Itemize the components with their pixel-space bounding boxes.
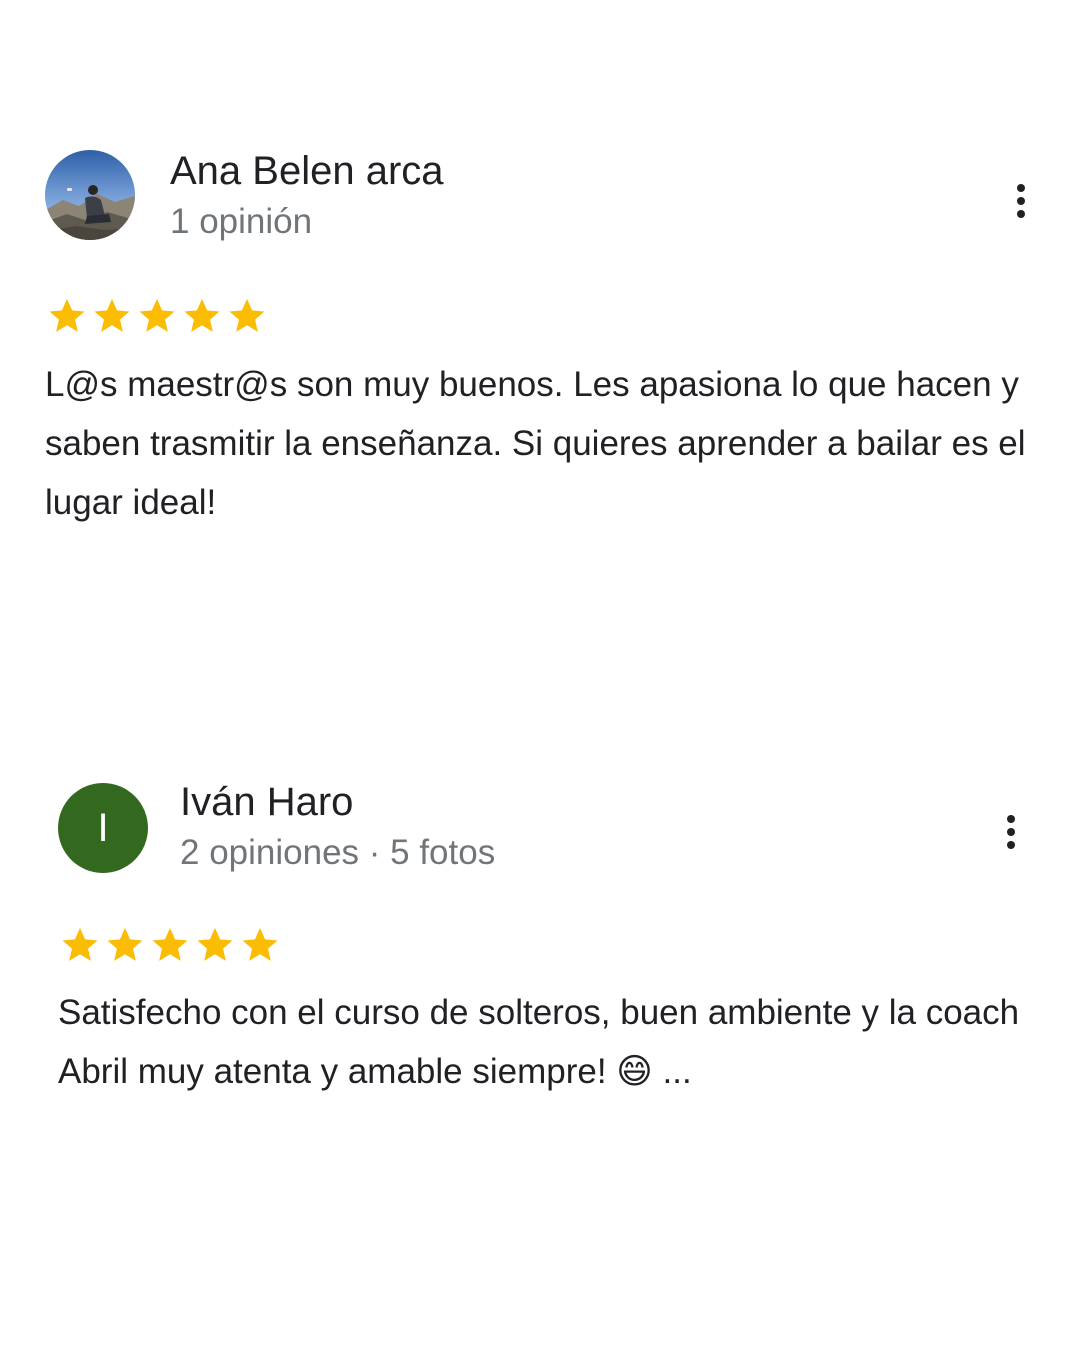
star-icon: [242, 927, 278, 961]
star-icon: [94, 298, 130, 332]
more-options-button[interactable]: [996, 807, 1026, 857]
star-icon: [62, 927, 98, 961]
reviewer-stats: 2 opiniones · 5 fotos: [180, 833, 496, 872]
avatar[interactable]: [45, 150, 135, 240]
more-vert-icon: [1007, 815, 1015, 823]
more-vert-icon: [1017, 184, 1025, 192]
star-icon: [152, 927, 188, 961]
more-options-button[interactable]: [1006, 176, 1036, 226]
reviewer-name[interactable]: Ana Belen arca: [170, 148, 444, 194]
avatar-photo: [45, 150, 135, 240]
star-rating: [58, 924, 282, 966]
star-icon: [107, 927, 143, 961]
star-icon: [229, 298, 265, 332]
reviewer-name[interactable]: Iván Haro: [180, 779, 353, 825]
reviewer-stats: 1 opinión: [170, 202, 313, 241]
review-text: L@s maestr@s son muy buenos. Les apasion…: [45, 365, 1026, 522]
star-icon: [49, 298, 85, 332]
star-icon: [139, 298, 175, 332]
review-text: Satisfecho con el curso de solteros, bue…: [58, 993, 1020, 1091]
avatar[interactable]: I: [58, 783, 148, 873]
star-icon: [197, 927, 233, 961]
star-rating: [45, 295, 269, 337]
star-icon: [184, 298, 220, 332]
